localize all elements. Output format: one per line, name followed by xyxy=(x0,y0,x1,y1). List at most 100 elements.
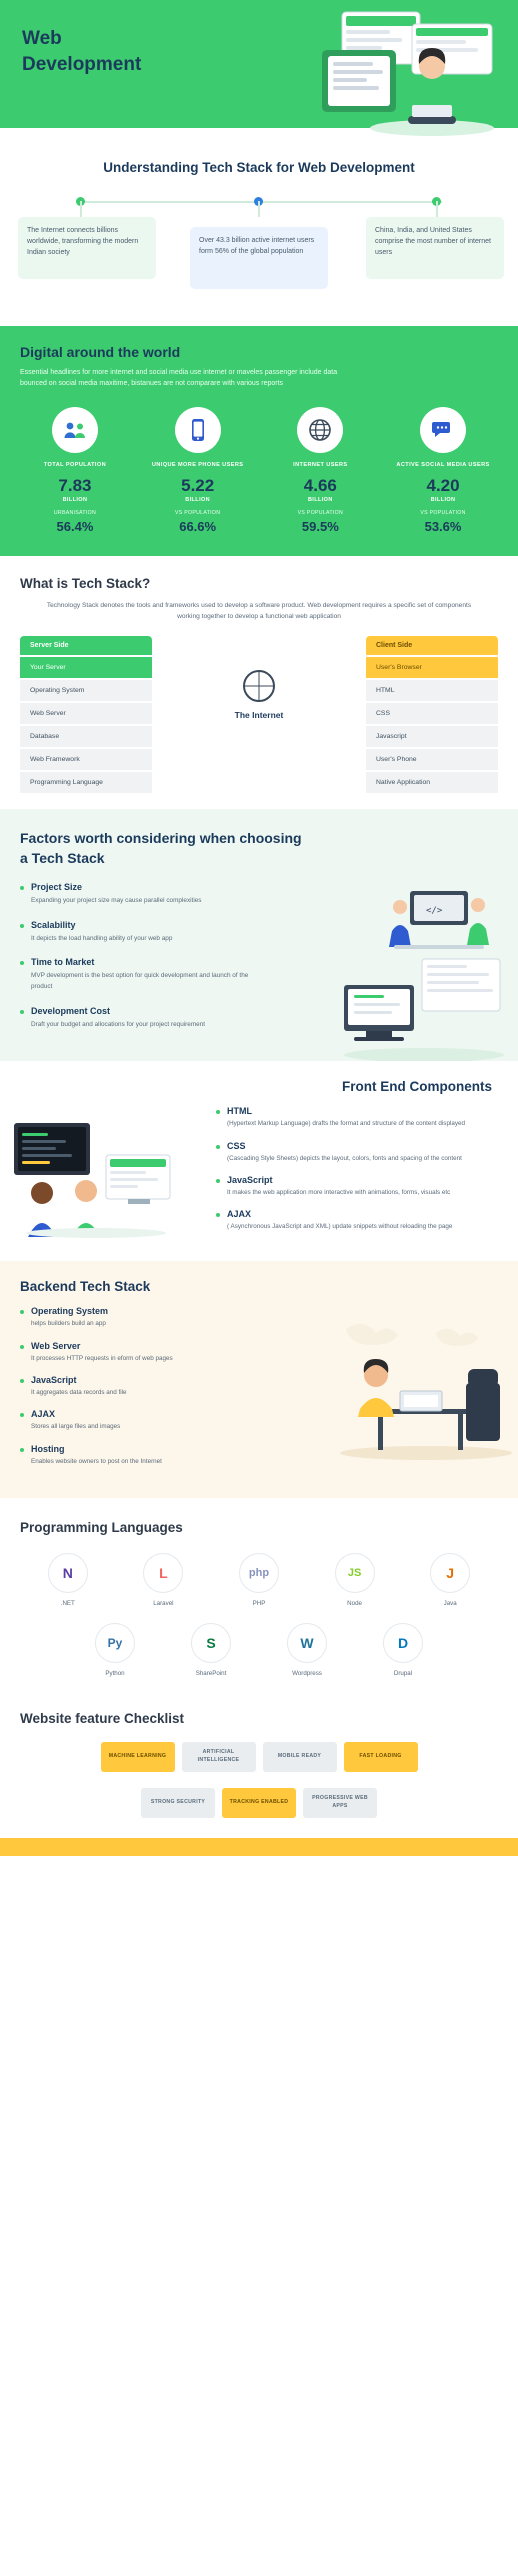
stat-percent: 56.4% xyxy=(56,518,94,534)
language-name: Wordpress xyxy=(292,1670,322,1678)
stat-value: 5.22 xyxy=(181,475,215,495)
backend-item-desc: Enables website owners to post on the In… xyxy=(31,1457,162,1465)
stat-unit: BILLION xyxy=(185,496,211,503)
server-row-5: Programming Language xyxy=(20,772,152,794)
checklist-title: Website feature Checklist xyxy=(20,1711,185,1727)
python-icon: Py xyxy=(95,1623,135,1664)
digital-title: Digital around the world xyxy=(20,344,181,360)
stat-unit: BILLION xyxy=(430,496,456,503)
stat-label: INTERNET USERS xyxy=(293,462,348,469)
language-name: Laravel xyxy=(153,1600,174,1608)
card-text: The Internet connects billions worldwide… xyxy=(27,227,139,256)
stack-diagram: Server Side Your Server Operating System… xyxy=(20,636,498,794)
language-sharepoint: S SharePoint xyxy=(174,1623,248,1677)
backend-item-desc: It processes HTTP requests in eform of w… xyxy=(31,1354,173,1362)
backend-item-desc: It aggregates data records and file xyxy=(31,1388,127,1396)
backend-illustration xyxy=(316,1313,516,1463)
timeline-stem-2 xyxy=(258,201,260,217)
factors-illustration: </> xyxy=(314,885,514,1062)
backend-item: Web Server It processes HTTP requests in… xyxy=(20,1341,260,1364)
internet-node: The Internet xyxy=(216,636,302,720)
digital-section: Digital around the world Essential headl… xyxy=(0,326,518,556)
checklist-chip: STRONG SECURITY xyxy=(141,1788,215,1819)
language-php: php PHP xyxy=(211,1553,307,1607)
stat-internet-users: INTERNET USERS 4.66 BILLION VS POPULATIO… xyxy=(265,407,375,534)
factor-desc: It depicts the load handling ability of … xyxy=(31,934,173,942)
hero-illustration xyxy=(282,6,512,138)
checklist-row-1: MACHINE LEARNING ARTIFICIAL INTELLIGENCE… xyxy=(20,1742,498,1773)
checklist-chip: MACHINE LEARNING xyxy=(100,1742,175,1773)
globe-icon xyxy=(297,407,344,454)
client-side-header: Client Side xyxy=(366,636,498,656)
client-row-2: CSS xyxy=(366,703,498,725)
stat-value: 4.20 xyxy=(426,475,460,495)
drupal-icon: D xyxy=(383,1623,423,1664)
stat-unit: BILLION xyxy=(307,496,333,503)
language-java: J Java xyxy=(402,1553,498,1607)
phone-icon xyxy=(174,407,221,454)
understanding-card-1: The Internet connects billions worldwide… xyxy=(18,217,156,279)
factors-list: Project Size Expanding your project size… xyxy=(20,882,270,1030)
footer-bar xyxy=(0,1838,518,1857)
factor-item: Project Size Expanding your project size… xyxy=(20,882,270,907)
languages-row-2: Py Python S SharePoint W Wordpress D Dru… xyxy=(20,1623,498,1677)
stat-percent: 66.6% xyxy=(179,518,217,534)
server-row-0: Your Server xyxy=(20,657,152,679)
frontend-title: Front End Components xyxy=(342,1079,492,1095)
frontend-item-name: JavaScript xyxy=(216,1175,498,1185)
stat-social-media-users: ACTIVE SOCIAL MEDIA USERS 4.20 BILLION V… xyxy=(388,407,498,534)
stat-value: 7.83 xyxy=(58,475,92,495)
factor-item: Scalability It depicts the load handling… xyxy=(20,920,270,945)
factor-desc: Expanding your project size may cause pa… xyxy=(31,897,202,905)
backend-section: Backend Tech Stack Operating System help… xyxy=(0,1261,518,1499)
frontend-item: AJAX ( Asynchronous JavaScript and XML) … xyxy=(216,1209,498,1232)
language-dotnet: N .NET xyxy=(20,1553,116,1607)
backend-item-desc: helps builders build an app xyxy=(31,1320,106,1328)
sharepoint-icon: S xyxy=(191,1623,231,1664)
server-side-header: Server Side xyxy=(20,636,152,656)
language-node: JS Node xyxy=(307,1553,403,1607)
checklist-chip: PROGRESSIVE WEB APPS xyxy=(303,1788,377,1819)
language-wordpress: W Wordpress xyxy=(270,1623,344,1677)
backend-title: Backend Tech Stack xyxy=(20,1279,151,1295)
digital-subtitle: Essential headlines for more internet an… xyxy=(20,369,338,388)
languages-title: Programming Languages xyxy=(20,1520,183,1536)
frontend-item-desc: It makes the web application more intera… xyxy=(227,1188,451,1196)
page-title: Web Development xyxy=(22,28,142,75)
backend-item: Hosting Enables website owners to post o… xyxy=(20,1444,260,1467)
factor-item: Time to Market MVP development is the be… xyxy=(20,957,270,992)
hero-section: Web Development xyxy=(0,0,518,140)
client-row-3: Javascript xyxy=(366,726,498,748)
language-name: SharePoint xyxy=(195,1670,227,1678)
factor-name: Development Cost xyxy=(20,1006,270,1016)
understanding-title: Understanding Tech Stack for Web Develop… xyxy=(103,160,415,175)
backend-item: Operating System helps builders build an… xyxy=(20,1306,260,1329)
timeline-stem-1 xyxy=(80,201,82,217)
checklist-chip: ARTIFICIAL INTELLIGENCE xyxy=(181,1742,256,1773)
language-name: Python xyxy=(105,1670,125,1678)
frontend-item: CSS (Cascading Style Sheets) depicts the… xyxy=(216,1141,498,1164)
frontend-item-desc: (Hypertext Markup Language) drafts the f… xyxy=(227,1120,466,1128)
client-row-5: Native Application xyxy=(366,772,498,794)
frontend-section: Front End Components HTML (Hypertext Mar… xyxy=(0,1061,518,1262)
server-row-4: Web Framework xyxy=(20,749,152,771)
language-name: PHP xyxy=(252,1600,266,1608)
language-python: Py Python xyxy=(78,1623,152,1677)
checklist-row-2: STRONG SECURITY TRACKING ENABLED PROGRES… xyxy=(20,1788,498,1819)
frontend-item-name: AJAX xyxy=(216,1209,498,1219)
frontend-list: HTML (Hypertext Markup Language) drafts … xyxy=(216,1106,498,1233)
stat-sublabel: VS POPULATION xyxy=(174,509,221,516)
frontend-item-desc: (Cascading Style Sheets) depicts the lay… xyxy=(227,1154,462,1162)
server-side-column: Server Side Your Server Operating System… xyxy=(20,636,152,794)
card-text: Over 43.3 billion active internet users … xyxy=(199,237,315,255)
stat-unit: BILLION xyxy=(62,496,88,503)
language-name: .NET xyxy=(60,1600,75,1608)
backend-item-name: AJAX xyxy=(20,1409,260,1419)
backend-item-name: Hosting xyxy=(20,1444,260,1454)
backend-item: AJAX Stores all large files and images xyxy=(20,1409,260,1432)
stat-total-population: TOTAL POPULATION 7.83 BILLION URBANISATI… xyxy=(20,407,130,534)
client-row-4: User's Phone xyxy=(366,749,498,771)
factors-title: Factors worth considering when choosing … xyxy=(20,830,302,866)
what-is-title: What is Tech Stack? xyxy=(20,575,151,591)
frontend-item-name: CSS xyxy=(216,1141,498,1151)
